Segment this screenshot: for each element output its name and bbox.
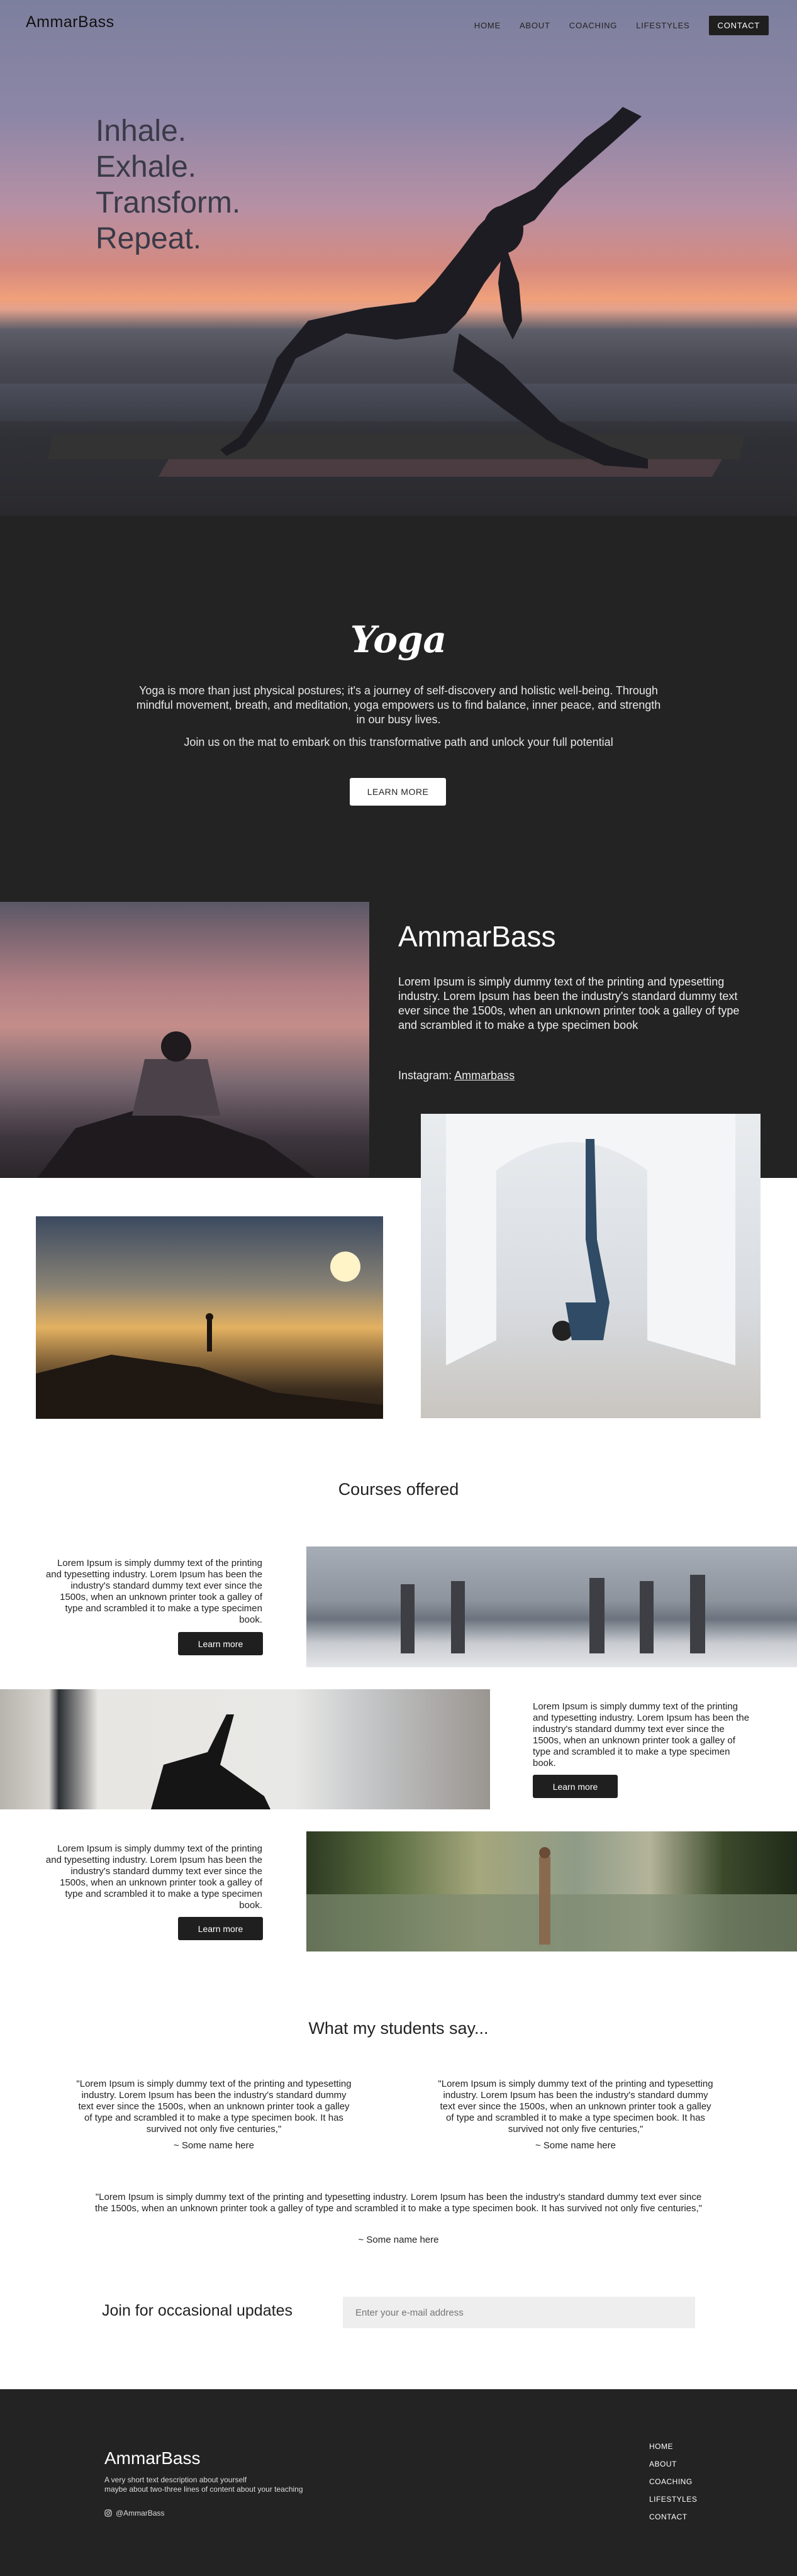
testimonial-author: ~ Some name here bbox=[358, 2235, 439, 2245]
tagline-line: Exhale. bbox=[96, 150, 197, 184]
about-instagram: Instagram: Ammarbass bbox=[398, 1069, 515, 1082]
backbend-pose-image bbox=[421, 1114, 761, 1418]
testimonial-quote: "Lorem Ipsum is simply dummy text of the… bbox=[438, 2079, 713, 2135]
nav-coaching[interactable]: COACHING bbox=[569, 21, 617, 30]
brand-logo[interactable]: AmmarBass bbox=[26, 13, 114, 31]
course-learn-more-button[interactable]: Learn more bbox=[178, 1632, 263, 1655]
sunset-tree-pose-image bbox=[36, 1216, 383, 1419]
testimonials-title: What my students say... bbox=[308, 2019, 489, 2038]
course-image-beach-group bbox=[306, 1546, 797, 1667]
footer-nav-lifestyles[interactable]: LIFESTYLES bbox=[649, 2495, 697, 2504]
hero-image bbox=[0, 0, 797, 516]
footer-nav-home[interactable]: HOME bbox=[649, 2442, 697, 2451]
newsletter-title: Join for occasional updates bbox=[102, 2302, 293, 2319]
course-learn-more-button[interactable]: Learn more bbox=[533, 1775, 618, 1798]
top-nav: HOME ABOUT COACHING LIFESTYLES CONTACT bbox=[474, 16, 769, 35]
tagline-line: Repeat. bbox=[96, 222, 202, 255]
course-description: Lorem Ipsum is simply dummy text of the … bbox=[45, 1558, 262, 1625]
testimonial-quote: "Lorem Ipsum is simply dummy text of the… bbox=[94, 2192, 703, 2214]
testimonial-author: ~ Some name here bbox=[174, 2140, 254, 2151]
email-input[interactable] bbox=[343, 2297, 695, 2328]
footer-desc-line: A very short text description about your… bbox=[104, 2475, 247, 2484]
meditation-silhouette bbox=[38, 1031, 315, 1177]
instagram-label: Instagram: bbox=[398, 1069, 452, 1082]
testimonial-quote: "Lorem Ipsum is simply dummy text of the… bbox=[76, 2079, 352, 2135]
instagram-link[interactable]: Ammarbass bbox=[454, 1069, 515, 1082]
nav-home[interactable]: HOME bbox=[474, 21, 501, 30]
footer-brand[interactable]: AmmarBass bbox=[104, 2448, 200, 2468]
learn-more-button[interactable]: LEARN MORE bbox=[350, 778, 446, 806]
footer-nav-coaching[interactable]: COACHING bbox=[649, 2477, 697, 2486]
yoga-paragraph: Yoga is more than just physical postures… bbox=[136, 684, 661, 726]
footer-instagram-handle: @AmmarBass bbox=[116, 2509, 165, 2518]
course-image-studio bbox=[0, 1689, 490, 1809]
beach-group-figures bbox=[401, 1575, 705, 1653]
yoga-pose-silhouette bbox=[220, 107, 648, 469]
nav-lifestyles[interactable]: LIFESTYLES bbox=[636, 21, 689, 30]
footer-instagram-link[interactable]: @AmmarBass bbox=[104, 2509, 165, 2518]
courses-title: Courses offered bbox=[338, 1480, 459, 1499]
archway-figure bbox=[446, 1114, 735, 1365]
footer-description: A very short text description about your… bbox=[104, 2475, 303, 2494]
nav-about[interactable]: ABOUT bbox=[520, 21, 550, 30]
footer-nav-contact[interactable]: CONTACT bbox=[649, 2512, 697, 2521]
course-learn-more-button[interactable]: Learn more bbox=[178, 1917, 263, 1940]
about-paragraph: Lorem Ipsum is simply dummy text of the … bbox=[398, 975, 740, 1031]
course-description: Lorem Ipsum is simply dummy text of the … bbox=[45, 1843, 262, 1911]
footer-nav-about[interactable]: ABOUT bbox=[649, 2460, 697, 2468]
footer-nav: HOME ABOUT COACHING LIFESTYLES CONTACT bbox=[649, 2442, 697, 2521]
tagline-line: Transform. bbox=[96, 186, 241, 219]
yoga-title: Yoga bbox=[350, 618, 447, 661]
instagram-icon bbox=[104, 2509, 112, 2517]
testimonial-author: ~ Some name here bbox=[535, 2140, 616, 2151]
course-description: Lorem Ipsum is simply dummy text of the … bbox=[533, 1701, 750, 1768]
studio-figure bbox=[151, 1714, 270, 1809]
tagline-line: Inhale. bbox=[96, 114, 187, 148]
about-title: AmmarBass bbox=[398, 920, 556, 953]
lake-figure bbox=[306, 1847, 797, 1951]
footer-desc-line: maybe about two-three lines of content a… bbox=[104, 2485, 303, 2494]
course-image-lake bbox=[306, 1831, 797, 1951]
hero-tagline: Inhale. Exhale. Transform. Repeat. bbox=[96, 113, 240, 257]
sunset-figure bbox=[36, 1252, 383, 1419]
nav-contact-button[interactable]: CONTACT bbox=[708, 16, 769, 35]
meditation-image bbox=[0, 902, 369, 1177]
yoga-invite: Join us on the mat to embark on this tra… bbox=[184, 736, 613, 748]
